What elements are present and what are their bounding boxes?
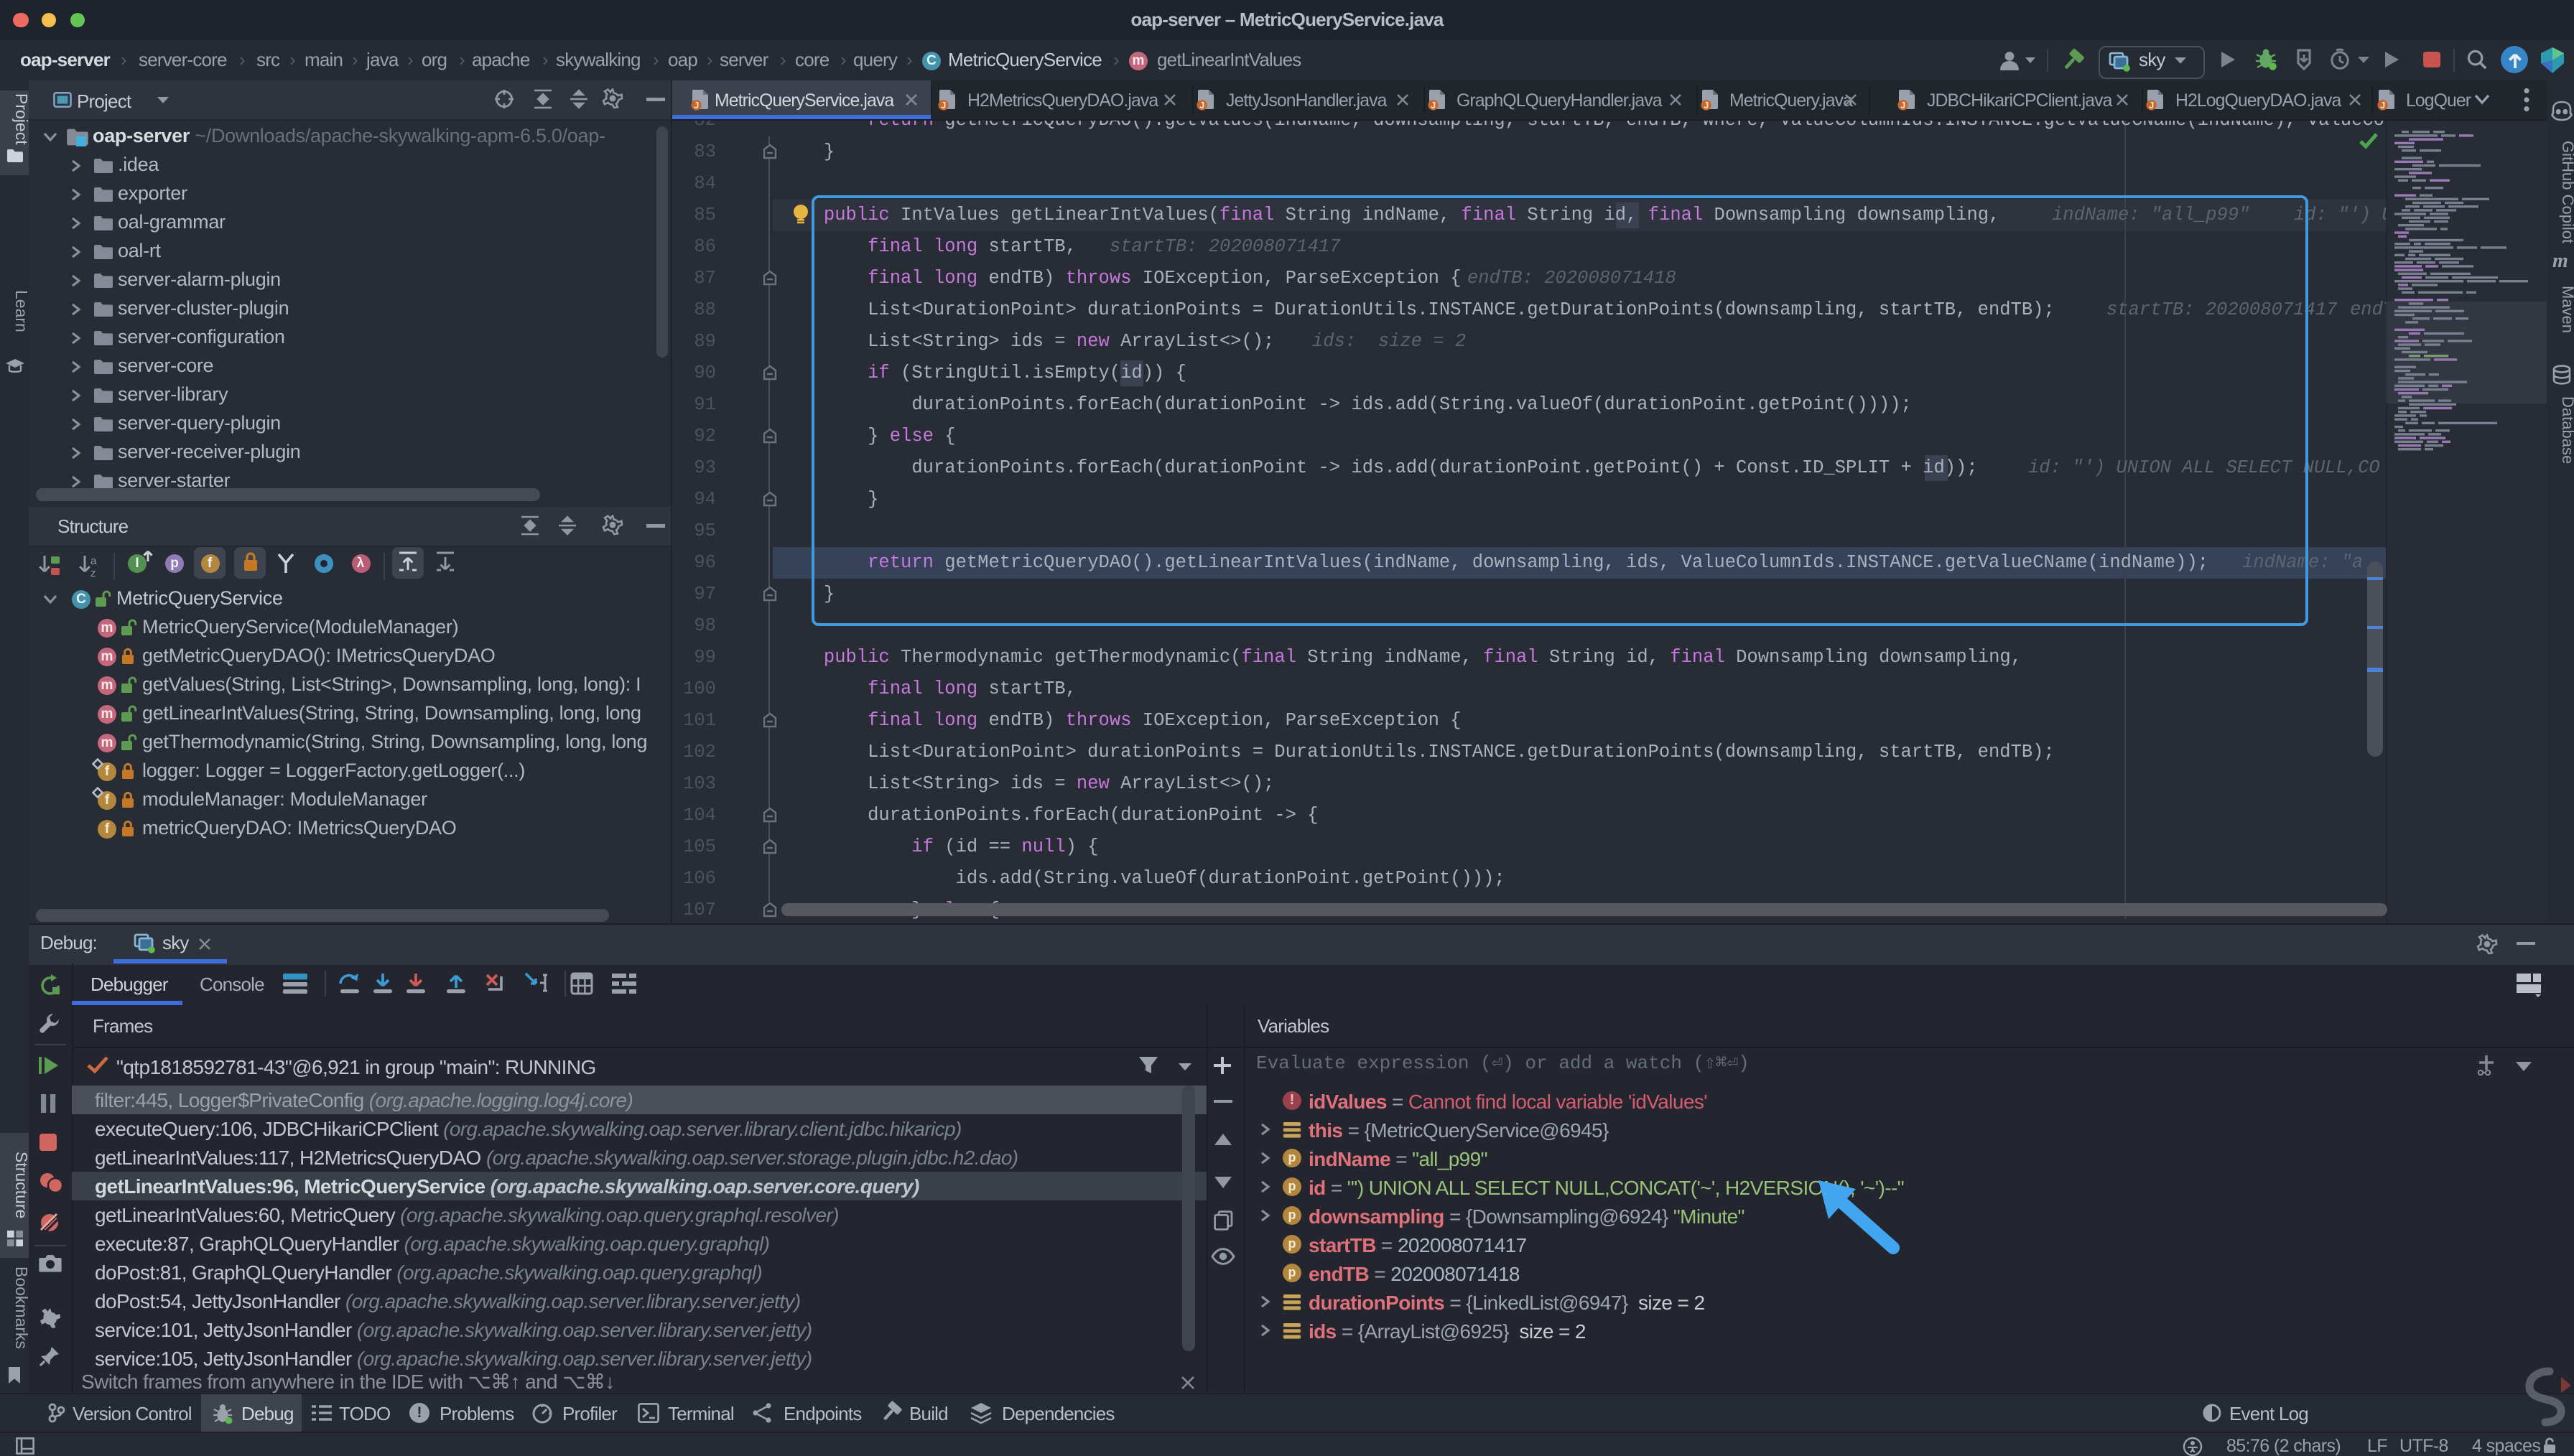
- svg-text:J: J: [1199, 100, 1204, 111]
- svg-text:J: J: [1430, 100, 1435, 111]
- svg-text:J: J: [1900, 100, 1905, 111]
- svg-text:J: J: [1703, 100, 1708, 111]
- svg-text:J: J: [693, 100, 698, 111]
- svg-text:J: J: [941, 100, 946, 111]
- svg-text:J: J: [2379, 100, 2384, 111]
- svg-text:J: J: [2149, 100, 2154, 111]
- svg-text:a: a: [90, 555, 97, 567]
- svg-text:z: z: [90, 567, 96, 579]
